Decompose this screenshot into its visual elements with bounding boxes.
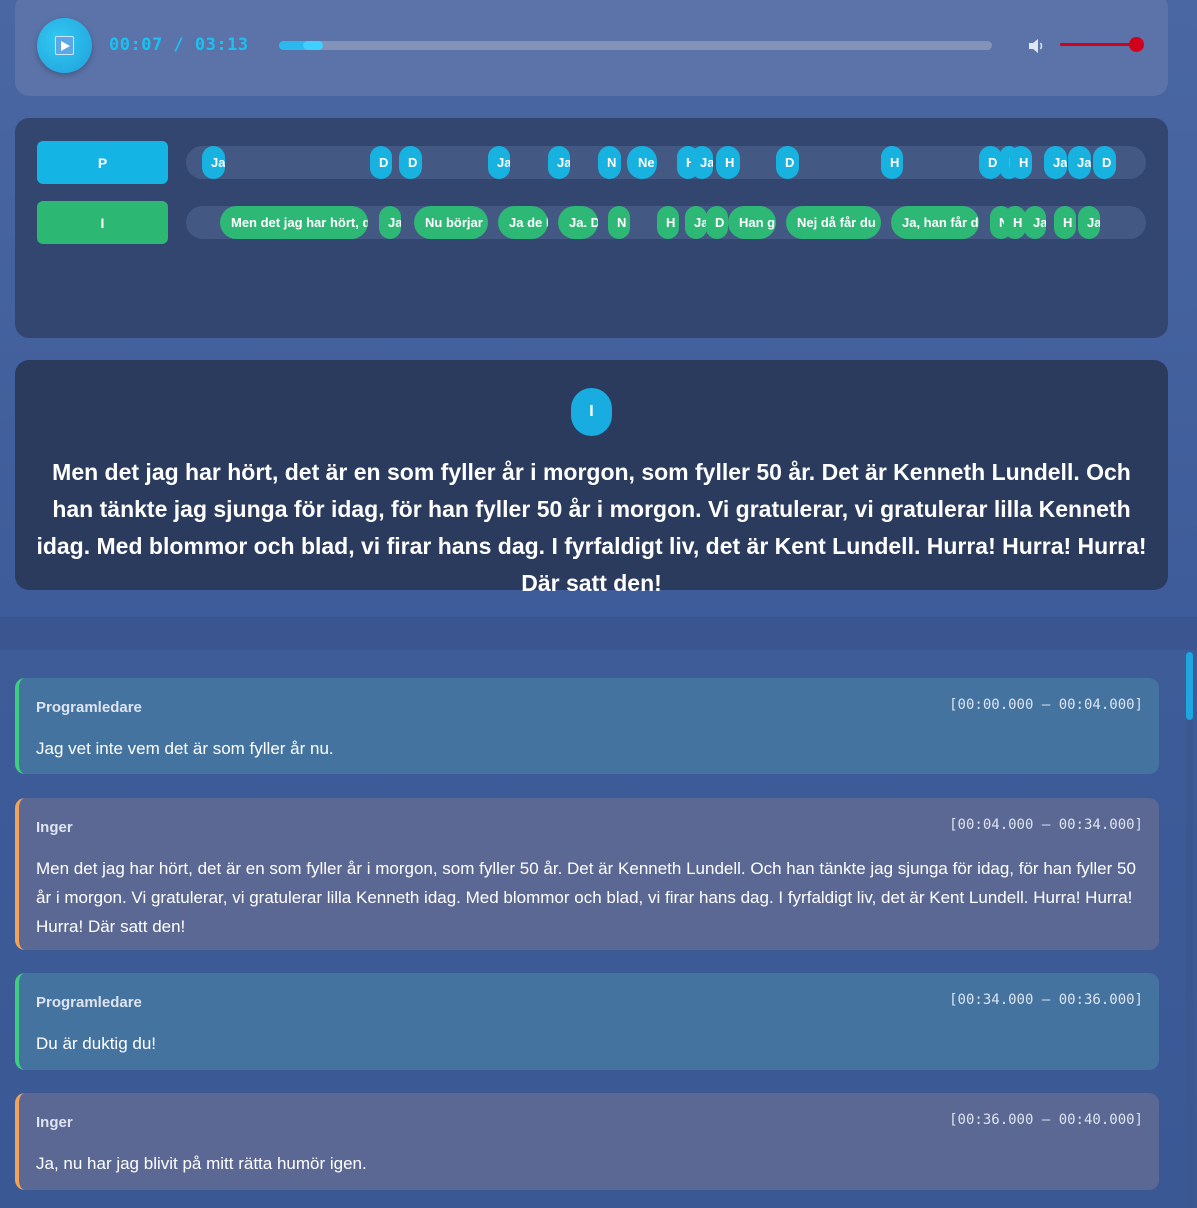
timeline-segment[interactable]: D (776, 146, 799, 179)
timeline-segment[interactable]: Ja (1024, 206, 1046, 239)
timeline-segment[interactable]: N (608, 206, 630, 239)
lane-track-i[interactable]: Men det jag har hört, d Ja Nu börjar Ja de … (186, 206, 1146, 239)
timeline-segment[interactable]: D (370, 146, 392, 179)
timeline-segment[interactable]: D (399, 146, 422, 179)
timeline-segment[interactable]: Ja, han får d (891, 206, 979, 239)
volume-slider[interactable] (1060, 43, 1137, 46)
timeline-segment[interactable]: Ja (691, 146, 713, 179)
entry-timestamp[interactable]: [00:00.000 – 00:04.000] (949, 697, 1143, 713)
timeline-segment[interactable]: Ja (548, 146, 570, 179)
volume-handle[interactable] (1129, 37, 1144, 52)
timeline-segment[interactable]: H (881, 146, 903, 179)
progress-fill (279, 41, 305, 50)
transcript-entry[interactable]: Inger [00:04.000 – 00:34.000] Men det ja… (15, 798, 1159, 950)
lane-track-p[interactable]: JaDDJaJaNNeHJaHDHDBHJaJaD (186, 146, 1146, 179)
timeline-segment[interactable]: Ja de l (498, 206, 548, 239)
transcript-entry[interactable]: Inger [00:36.000 – 00:40.000] Ja, nu har… (15, 1093, 1159, 1190)
entry-text: Ja, nu har jag blivit på mitt rätta humö… (36, 1154, 367, 1173)
timeline-segment[interactable]: N (598, 146, 621, 179)
progress-handle[interactable] (302, 41, 323, 50)
timeline-segment[interactable]: Ja (1044, 146, 1067, 179)
timeline-segment[interactable]: D (1093, 146, 1116, 179)
timeline-segment[interactable]: Ja (685, 206, 707, 239)
entry-timestamp[interactable]: [00:36.000 – 00:40.000] (949, 1112, 1143, 1128)
speaker-timeline: P JaDDJaJaNNeHJaHDHDBHJaJaD I Men det ja… (15, 118, 1168, 338)
timeline-segment[interactable]: Ja (1068, 146, 1091, 179)
timeline-segment[interactable]: H (1004, 206, 1026, 239)
current-caption-panel: I Men det jag har hört, det är en som fy… (15, 360, 1168, 596)
entry-speaker: Programledare (36, 994, 142, 1011)
timeline-segment[interactable]: H (657, 206, 679, 239)
entry-speaker: Programledare (36, 699, 142, 716)
timeline-segment[interactable]: Han g (728, 206, 776, 239)
transcript-list: Programledare [00:00.000 – 00:04.000] Ja… (0, 650, 1197, 1208)
section-divider (0, 617, 1197, 650)
timeline-segment[interactable]: Ja. D (558, 206, 598, 239)
lane-label-i[interactable]: I (37, 201, 168, 244)
time-display: 00:07 / 03:13 (109, 35, 249, 55)
entry-timestamp[interactable]: [00:34.000 – 00:36.000] (949, 992, 1143, 1008)
timeline-segment[interactable]: D (979, 146, 1002, 179)
timeline-segment[interactable]: Ja (1078, 206, 1100, 239)
timeline-segment[interactable]: Ne (627, 146, 657, 179)
current-caption-text: Men det jag har hört, det är en som fyll… (36, 459, 1147, 596)
timeline-segment[interactable]: H (1054, 206, 1076, 239)
timeline-segment[interactable]: Nej då får du (786, 206, 881, 239)
timeline-segment[interactable]: Ja (379, 206, 401, 239)
entry-speaker: Inger (36, 819, 73, 836)
progress-bar[interactable] (279, 41, 992, 50)
lane-label-p[interactable]: P (37, 141, 168, 184)
entry-text: Jag vet inte vem det är som fyller år nu… (36, 739, 334, 758)
entry-timestamp[interactable]: [00:04.000 – 00:34.000] (949, 817, 1143, 833)
timeline-segment[interactable]: H (716, 146, 740, 179)
timeline-segment[interactable]: H (1010, 146, 1032, 179)
transcript-entry[interactable]: Programledare [00:34.000 – 00:36.000] Du… (15, 973, 1159, 1070)
timeline-segment[interactable]: D (706, 206, 728, 239)
scrollbar-thumb[interactable] (1186, 652, 1193, 720)
entry-text: Du är duktig du! (36, 1034, 157, 1053)
play-button[interactable] (37, 18, 92, 73)
timeline-segment[interactable]: Ja (202, 146, 225, 179)
timeline-segment[interactable]: Nu börjar (414, 206, 488, 239)
audio-player: 00:07 / 03:13 (15, 0, 1168, 96)
transcript-entry[interactable]: Programledare [00:00.000 – 00:04.000] Ja… (15, 678, 1159, 774)
entry-speaker: Inger (36, 1114, 73, 1131)
entry-text: Men det jag har hört, det är en som fyll… (36, 859, 1136, 936)
play-icon (55, 36, 74, 55)
transcript-scrollbar[interactable] (1186, 652, 1193, 1208)
timeline-segment[interactable]: Men det jag har hört, d (220, 206, 368, 239)
timeline-segment[interactable]: Ja (488, 146, 510, 179)
volume-icon[interactable] (1028, 38, 1046, 54)
current-speaker-badge: I (571, 388, 612, 436)
